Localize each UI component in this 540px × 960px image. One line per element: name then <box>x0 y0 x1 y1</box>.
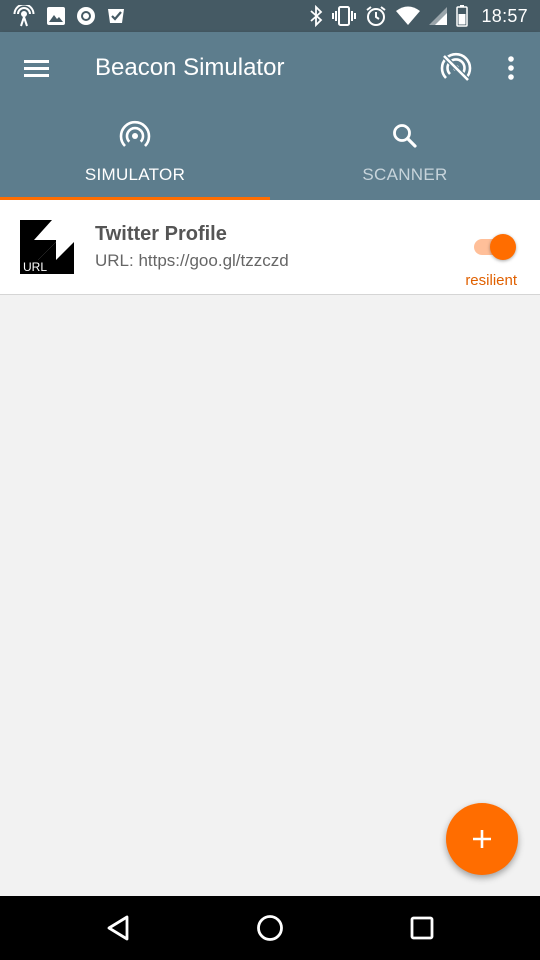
tab-simulator-label: SIMULATOR <box>84 165 186 184</box>
menu-button[interactable] <box>16 52 56 84</box>
broadcast-off-icon <box>440 52 472 82</box>
home-icon <box>257 915 283 941</box>
more-vert-icon <box>508 56 514 80</box>
beacon-url: URL: https://goo.gl/tzzczd <box>95 251 289 270</box>
navigation-bar <box>0 896 540 960</box>
vibrate-icon <box>332 5 357 27</box>
more-options-button[interactable] <box>495 52 527 84</box>
record-notification-icon <box>76 6 96 26</box>
back-icon <box>107 915 129 941</box>
url-beacon-logo: URL <box>20 220 74 274</box>
broadcast-icon <box>119 120 151 147</box>
beacon-list-item[interactable]: URL Twitter Profile URL: https://goo.gl/… <box>0 200 540 295</box>
home-button[interactable] <box>252 910 288 946</box>
toggle-thumb <box>490 234 516 260</box>
back-button[interactable] <box>100 910 136 946</box>
recents-icon <box>410 916 434 940</box>
image-notification-icon <box>46 6 66 26</box>
tab-scanner-label: SCANNER <box>362 165 448 184</box>
wifi-icon <box>396 6 421 26</box>
beacon-title: Twitter Profile <box>95 223 227 245</box>
beacon-mode-label: resilient <box>465 272 517 289</box>
broadcast-off-button[interactable] <box>440 52 472 84</box>
tab-bar: SIMULATOR SCANNER <box>0 110 540 200</box>
url-logo-label: URL <box>23 260 47 274</box>
search-icon <box>393 124 417 148</box>
beacon-notification-icon <box>12 5 36 27</box>
system-icons: 18:57 <box>309 4 528 28</box>
notification-icons <box>12 5 126 27</box>
cellular-icon <box>429 6 448 26</box>
app-title: Beacon Simulator <box>95 54 285 81</box>
tab-scanner[interactable]: SCANNER <box>270 110 540 200</box>
menu-icon <box>24 60 49 77</box>
add-icon <box>473 830 491 848</box>
store-notification-icon <box>106 6 126 26</box>
alarm-icon <box>365 5 387 27</box>
clock: 18:57 <box>481 5 528 26</box>
tab-simulator[interactable]: SIMULATOR <box>0 110 270 200</box>
recents-button[interactable] <box>404 910 440 946</box>
bluetooth-icon <box>309 5 323 27</box>
status-bar: 18:57 <box>0 0 540 32</box>
app-bar: Beacon Simulator SIMULATOR SCANNER <box>0 32 540 200</box>
add-beacon-button[interactable] <box>446 803 518 875</box>
battery-icon <box>456 5 469 27</box>
beacon-enable-toggle[interactable] <box>470 234 516 260</box>
